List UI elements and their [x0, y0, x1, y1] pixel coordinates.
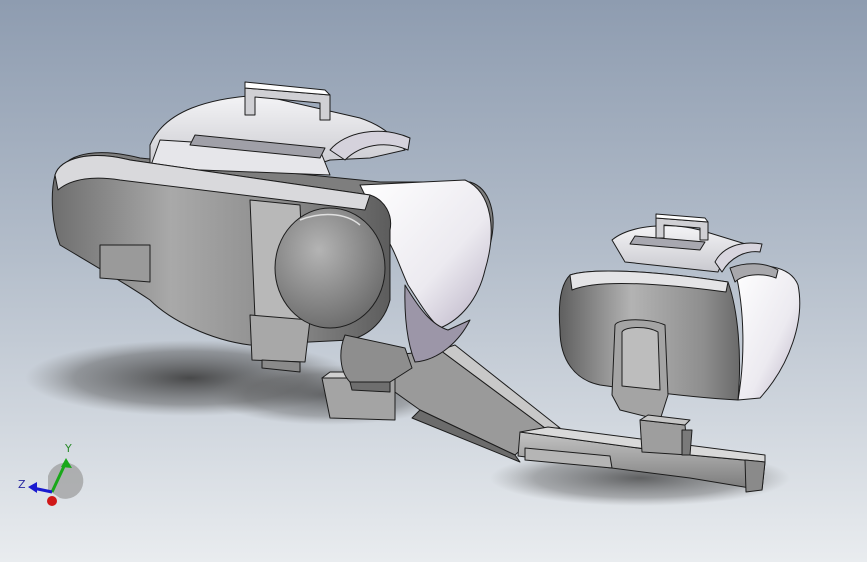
x-axis-arrow	[47, 496, 57, 506]
z-axis-arrow-head	[28, 482, 37, 493]
graphics-viewport[interactable]: Y Z	[0, 0, 867, 562]
triad-sphere	[48, 462, 84, 499]
triad-z-label: Z	[18, 478, 26, 491]
small-clamp[interactable]	[558, 213, 801, 456]
model-view[interactable]	[0, 0, 867, 562]
orientation-triad[interactable]	[28, 458, 84, 506]
y-axis-arrow-head	[61, 458, 72, 468]
triad-y-label: Y	[65, 442, 72, 455]
